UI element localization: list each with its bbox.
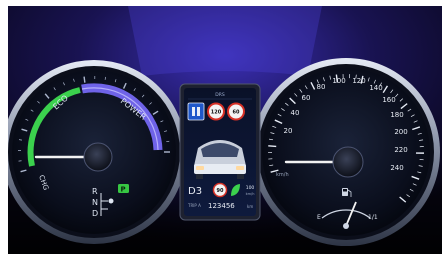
odometer-value: 123456: [208, 202, 235, 210]
tick-label-140: 140: [369, 84, 382, 92]
hybrid-hub: [83, 142, 113, 172]
speedometer: 20 40 60 80 100 120 140 160 180 200 220 …: [252, 58, 440, 246]
svg-text:90: 90: [217, 188, 224, 194]
tick-label-20: 20: [284, 127, 293, 135]
tick-mark: [268, 145, 277, 148]
fuel-full-label: 1/1: [368, 214, 378, 221]
tick-label-220: 220: [394, 146, 407, 154]
tick-label-80: 80: [317, 83, 326, 91]
speed-limit-sign-60: 60: [227, 102, 245, 121]
svg-text:120: 120: [211, 110, 222, 116]
tick-mark: [83, 76, 86, 83]
gear-letter-n: N: [92, 198, 98, 207]
tick-label-40: 40: [291, 109, 300, 117]
tick-label-120: 120: [352, 77, 365, 85]
hybrid-gauge: CHG ECO POWER R N D P: [8, 60, 186, 244]
tick-label-180: 180: [390, 111, 403, 119]
tick-label-240: 240: [390, 164, 403, 172]
tick-label-60: 60: [302, 94, 311, 102]
multi-info-display: DRS 120 60 D3 90 100 km/h TRIP A 123456 …: [179, 83, 261, 221]
speed-unit-label: km/h: [276, 172, 289, 178]
speed-limit-badge: 90: [212, 182, 228, 198]
gear-letter-d: D: [92, 209, 98, 218]
overtake-sign-icon: [187, 102, 205, 121]
odometer-unit: km: [247, 204, 253, 209]
gear-indicator: D3: [188, 186, 202, 197]
tick-label-100: 100: [332, 77, 345, 85]
fuel-empty-label: E: [317, 214, 321, 221]
rate-value: 100: [246, 185, 255, 191]
display-header: DRS: [215, 92, 225, 98]
rate-unit: km/h: [246, 192, 255, 196]
instrument-cluster-photo: CHG ECO POWER R N D P 20 40 60 80 100 12…: [8, 6, 442, 254]
park-indicator-letter: P: [121, 186, 126, 194]
speed-limit-sign-120: 120: [207, 102, 225, 121]
center-hood-glow: [128, 6, 322, 76]
trip-label: TRIP A: [187, 203, 201, 208]
gear-letter-r: R: [92, 187, 98, 196]
svg-text:60: 60: [233, 110, 240, 116]
tick-label-160: 160: [382, 96, 395, 104]
tick-label-200: 200: [394, 128, 407, 136]
car-icon: [194, 140, 246, 179]
speedometer-hub: [332, 146, 364, 178]
